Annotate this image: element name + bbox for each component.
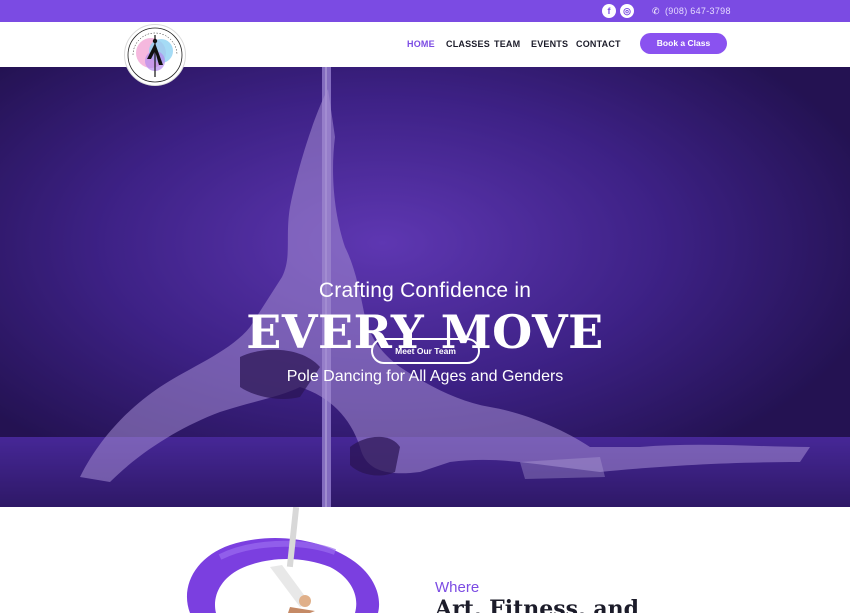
instagram-icon[interactable]: ◎	[620, 4, 634, 18]
nav-home[interactable]: HOME	[407, 39, 435, 50]
top-bar: f ◎ ✆ (908) 647-3798	[0, 0, 850, 22]
aerial-brush-image	[186, 507, 380, 613]
nav-classes[interactable]: CLASSES	[446, 39, 490, 50]
phone-number[interactable]: (908) 647-3798	[665, 5, 731, 17]
hero-subtitle: Crafting Confidence in	[318, 279, 532, 302]
nav-events[interactable]: EVENTS	[531, 39, 568, 50]
academy-logo[interactable]	[124, 24, 186, 86]
facebook-icon[interactable]: f	[602, 4, 616, 18]
book-a-class-button[interactable]: Book a Class	[640, 33, 727, 54]
nav-contact[interactable]: CONTACT	[576, 39, 621, 50]
hero-tagline: Pole Dancing for All Ages and Genders	[286, 368, 564, 385]
intro-heading: Art, Fitness, and	[435, 596, 639, 613]
hero-banner: Crafting Confidence in EVERY MOVE Pole D…	[0, 67, 850, 507]
main-navigation: HOME CLASSES TEAM EVENTS CONTACT Book a …	[0, 22, 850, 86]
phone-icon: ✆	[652, 6, 660, 16]
meet-our-team-button[interactable]: Meet Our Team	[371, 338, 480, 364]
intro-section: Where Art, Fitness, and	[0, 507, 850, 613]
nav-team[interactable]: TEAM	[494, 39, 520, 50]
